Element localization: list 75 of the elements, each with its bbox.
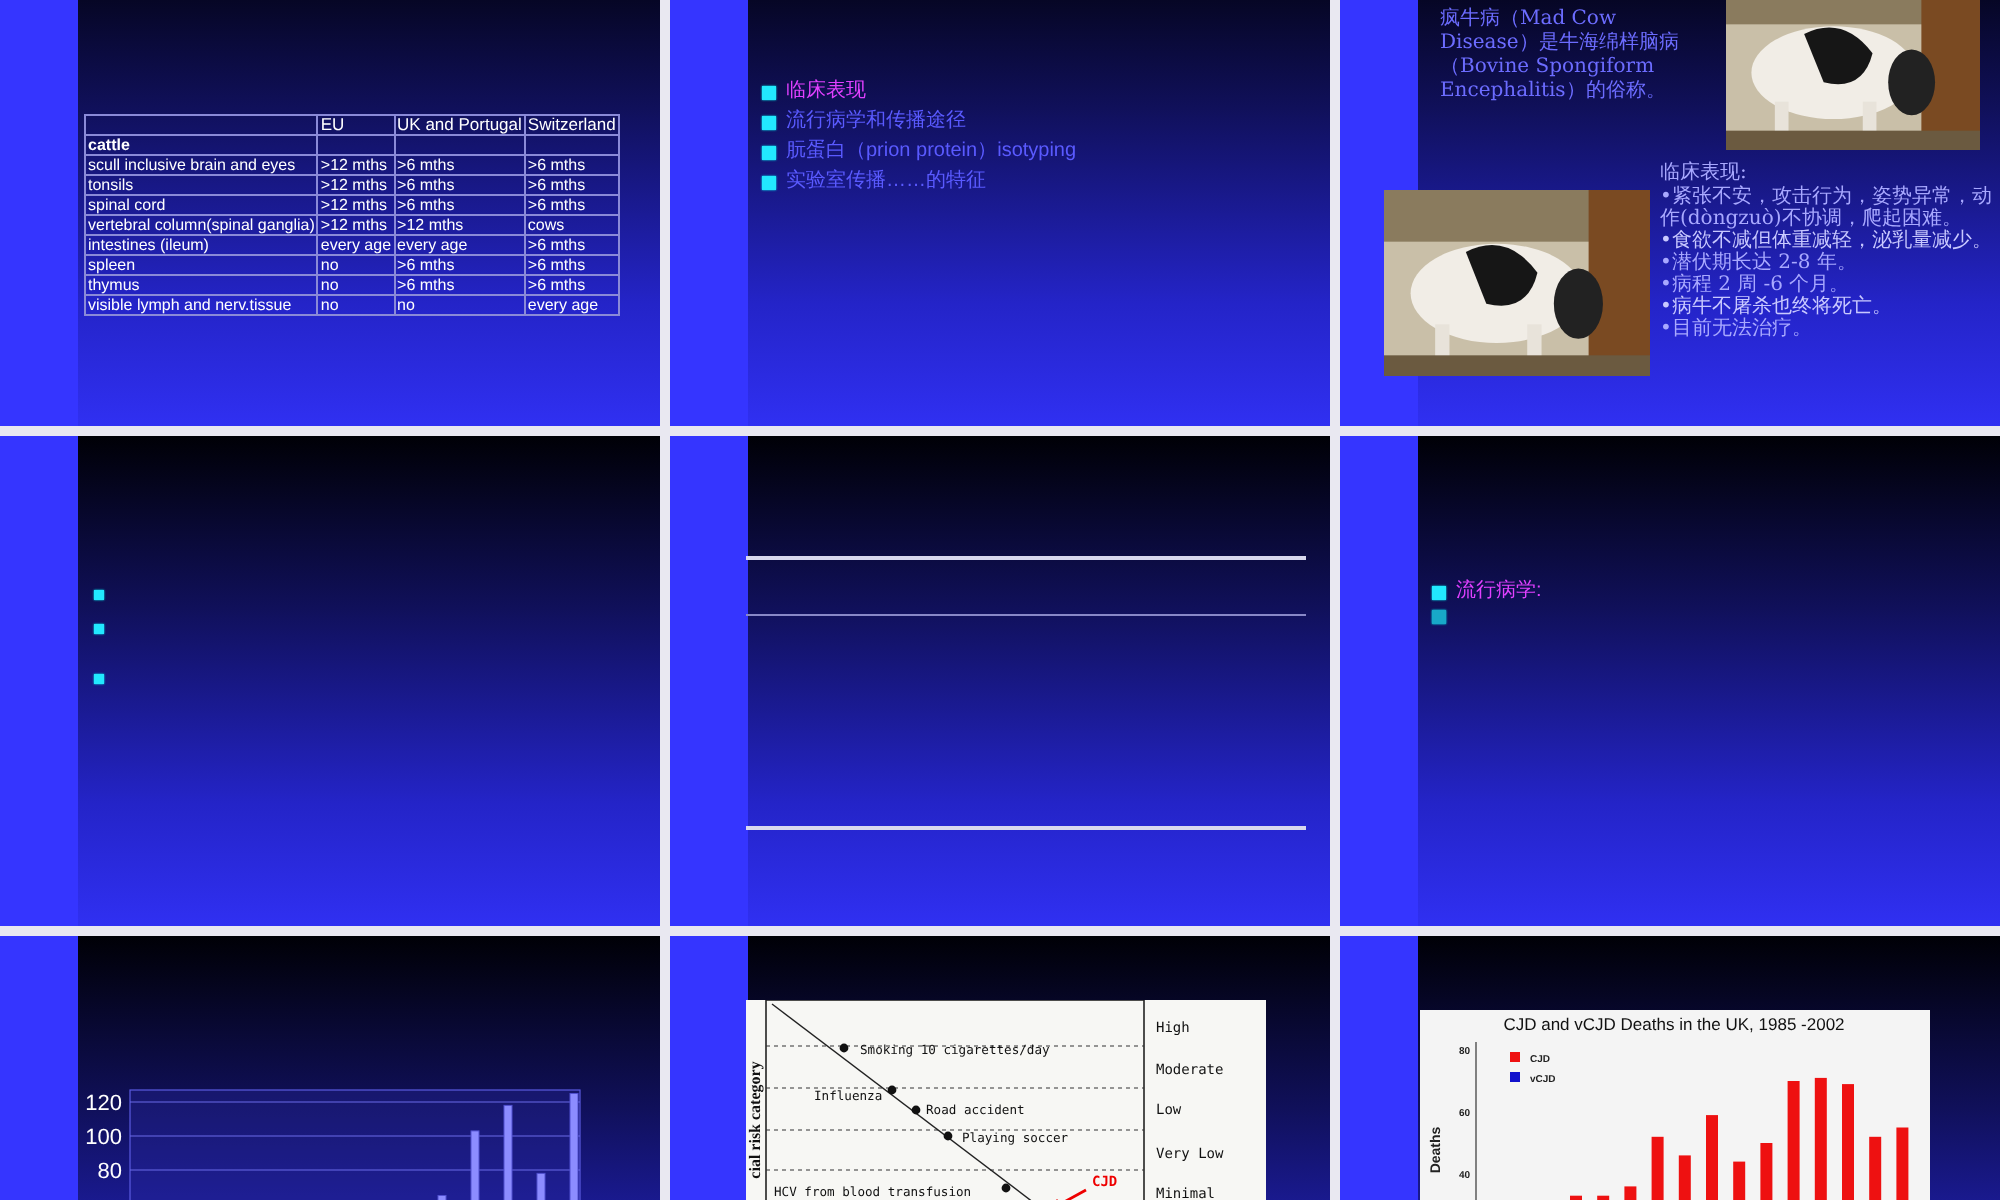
table-cell: no [394, 295, 525, 315]
table-cell: >6 mths [394, 155, 525, 175]
slide-thumbnail[interactable]: 120 100 80 [0, 936, 660, 1200]
slide-thumbnail[interactable]: 疯牛病（Mad Cow Disease）是牛海绵样脑病（Bovine Spongiform Encephalitis）的俗称。 临床表现: •紧张不安，攻击行为，姿势异常，动作(dòngzuò)不协调，爬起困难。 •食欲不减但体重减轻，泌乳量减少。 •潜伏期长达 2-8 年。 •病程 2 周 -6 个月。 •病牛不屠杀也终将死亡。 •目前无法治疗。 [1340, 0, 2000, 426]
table-cell: visible lymph and nerv.tissue [85, 295, 318, 315]
table-cell: intestines (ileum) [85, 235, 318, 255]
slide-thumbnail[interactable]: 流行病学: [1340, 436, 2000, 926]
chart-title: CJD and vCJD Deaths in the UK, 1985 -2002 [1503, 1014, 1845, 1034]
data-point [839, 1043, 849, 1053]
slide-thumbnail[interactable] [0, 436, 660, 926]
bullet-text: 朊蛋白（prion protein）isotyping [786, 140, 1077, 164]
axis-label: 80 [97, 1160, 122, 1184]
table-cell: >6 mths [524, 235, 619, 255]
bullet-icon [762, 115, 776, 129]
table-cell: no [317, 275, 395, 295]
bullet-icon [94, 590, 104, 600]
bullet-text: •病牛不屠杀也终将死亡。 [1660, 296, 1894, 318]
table-cell: spinal cord [85, 195, 318, 215]
table-cell: cows [524, 215, 619, 235]
intro-text: 疯牛病（Mad Cow Disease）是牛海绵样脑病（Bovine Spongiform Encephalitis）的俗称。 [1440, 8, 1681, 104]
table-cell: >12 mths [317, 175, 395, 195]
bullet-icon [1432, 585, 1446, 599]
table-cell: vertebral column(spinal ganglia) [85, 215, 318, 235]
table-cell: >6 mths [394, 275, 525, 295]
column-header: UK and Portugal [394, 115, 525, 135]
slide-thumbnail[interactable] [0, 0, 660, 426]
bullet-icon [762, 175, 776, 189]
table-cell: >12 mths [317, 155, 395, 175]
table-cell: every age [317, 235, 395, 255]
axis-label: 120 [85, 1092, 122, 1116]
bullet-icon [94, 624, 104, 634]
table-cell: no [317, 255, 395, 275]
axis-label: 100 [85, 1126, 122, 1150]
table-cell: >6 mths [394, 175, 525, 195]
bars-drawing [437, 1093, 579, 1200]
table-cell: >6 mths [394, 195, 525, 215]
bullet-text: •目前无法治疗。 [1660, 318, 1814, 340]
data-point [887, 1085, 897, 1095]
table-cell: >6 mths [394, 255, 525, 275]
bullet-text: 流行病学和传播途径 [786, 110, 966, 134]
table-cell: spleen [85, 255, 318, 275]
table-cell: >6 mths [524, 195, 619, 215]
table-cell: cattle [85, 135, 318, 155]
bullet-text: 实验室传播……的特征 [786, 170, 986, 194]
bullet-icon [762, 85, 776, 99]
bullet-text: •食欲不减但体重减轻，泌乳量减少。 [1660, 230, 1992, 252]
bullet-text: •病程 2 周 -6 个月。 [1660, 274, 1850, 296]
bullet-text: 临床表现 [786, 80, 866, 104]
table-cell: >12 mths [317, 215, 395, 235]
bullet-text: •紧张不安，攻击行为，姿势异常，动作(dòngzuò)不协调，爬起困难。 [1660, 186, 1992, 230]
axis-title: cial risk category [746, 1061, 764, 1179]
table-cell: >6 mths [524, 175, 619, 195]
slide-thumbnail[interactable]: 临床表现 流行病学和传播途径 朊蛋白（prion protein）isotyping 实验室传播……的特征 [670, 0, 1330, 426]
bullet-icon [94, 674, 104, 684]
bullet-icon [762, 145, 776, 159]
column-header: EU [317, 115, 395, 135]
table-cell: scull inclusive brain and eyes [85, 155, 318, 175]
table-cell: >12 mths [317, 195, 395, 215]
data-point [1001, 1183, 1011, 1193]
table-cell: thymus [85, 275, 318, 295]
slide-thumbnail[interactable] [670, 436, 1330, 926]
table-cell: every age [524, 295, 619, 315]
table-cell: every age [394, 235, 525, 255]
heading: 临床表现: [1660, 162, 1749, 185]
column-header: Switzerland [524, 115, 619, 135]
table-cell: no [317, 295, 395, 315]
table-cell: >6 mths [524, 275, 619, 295]
data-point [911, 1105, 921, 1115]
bullet-text: •潜伏期长达 2-8 年。 [1660, 252, 1859, 274]
data-point [943, 1131, 953, 1141]
bullet-text: 流行病学: [1456, 580, 1542, 604]
table-cell: >6 mths [524, 255, 619, 275]
table-cell: >12 mths [394, 215, 525, 235]
table-cell: >6 mths [524, 155, 619, 175]
table-cell: tonsils [85, 175, 318, 195]
